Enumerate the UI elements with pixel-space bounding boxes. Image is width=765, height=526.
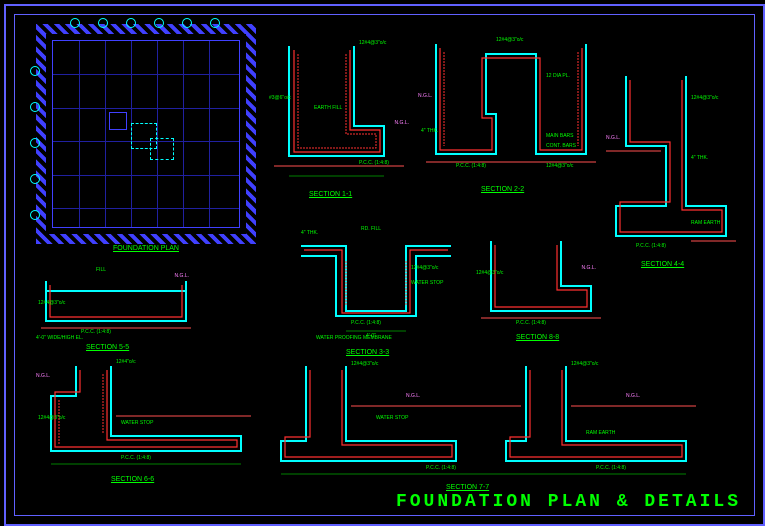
drawing-canvas: FOUNDATION PLAN 12#4@3"o/c #3@6"o/c N.G.… [4, 4, 765, 526]
foundation-plan: FOUNDATION PLAN [36, 24, 256, 244]
section-5-5: FILL N.G.L. 12#4@3"o/c P.C.C. (1:4:8) 4'… [41, 266, 191, 351]
section-7-7: 12#4@3"o/c 12#4@3"o/c N.G.L. N.G.L. WATE… [276, 356, 696, 496]
section-8-8: N.G.L. 12#4@3"o/c P.C.C. (1:4:8) SECTION… [481, 226, 601, 346]
plan-title: FOUNDATION PLAN [46, 245, 246, 252]
section-6-6: 12#4"o/c N.G.L. 12#4@3"o/c WATER STOP P.… [41, 356, 251, 486]
section-4-4: N.G.L. 12#4@3"o/c 4" THK. P.C.C. (1:4:8)… [606, 66, 736, 266]
drawing-title: FOUNDATION PLAN & DETAILS [396, 492, 741, 512]
section-2-2: 12#4@3"o/c 12 DIA PL. N.G.L. 4" THK. MAI… [426, 34, 596, 209]
section-3-3: RD. FILL 4" THK. 12#4@3"o/c WATER STOP P… [296, 221, 456, 361]
section-1-1: 12#4@3"o/c #3@6"o/c N.G.L. P.C.C. (1:4:8… [274, 36, 404, 216]
